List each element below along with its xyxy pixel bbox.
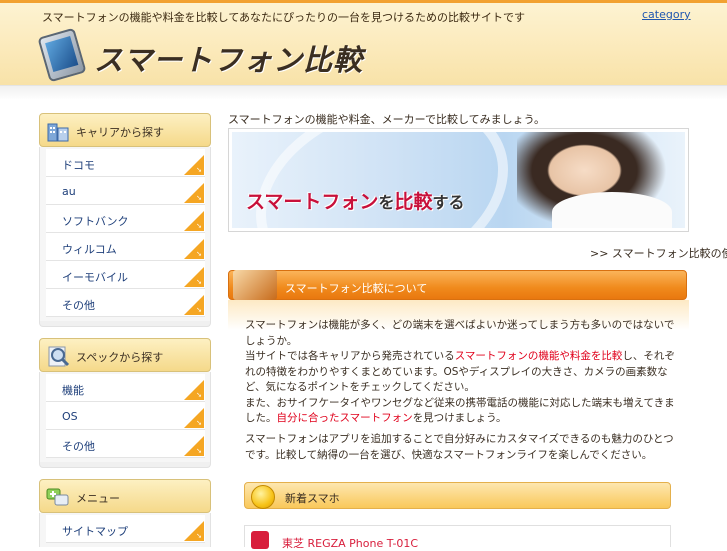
sidebar-item-label: ウィルコム <box>62 243 117 256</box>
sidebar-item-docomo[interactable]: ドコモ ➘ <box>46 149 205 177</box>
phone-photo-icon <box>233 270 277 300</box>
sidebar-box-menu: メニュー サイトマップ ➘ <box>39 479 211 547</box>
sidebar-heading: スペックから探す <box>39 338 211 372</box>
how-to-use-link[interactable]: >> スマートフォン比較の使い方 <box>590 245 727 261</box>
new-arrivals-label: 新着スマホ <box>285 492 340 505</box>
sidebar-list: サイトマップ ➘ <box>39 513 211 547</box>
sidebar-list: 機能 ➘ OS ➘ その他 ➘ <box>39 372 211 462</box>
about-paragraph-2: スマートフォンはアプリを追加することで自分好みにカスタマイズできるのも魅力のひと… <box>245 433 674 461</box>
sidebar-item-sitemap[interactable]: サイトマップ ➘ <box>46 515 205 543</box>
sidebar-item-os[interactable]: OS ➘ <box>46 402 205 430</box>
sidebar-item-other-carrier[interactable]: その他 ➘ <box>46 289 205 317</box>
site-logo[interactable]: スマートフォン比較 <box>37 27 370 83</box>
header-divider <box>0 85 727 100</box>
about-paragraph: スマートフォンは機能が多く、どの端末を選べばよいか迷ってしまう方も多いのではない… <box>245 319 675 424</box>
highlight-link[interactable]: スマートフォンの機能や料金を比較 <box>455 350 623 362</box>
chat-icon <box>46 488 69 506</box>
sidebar-item-label: サイトマップ <box>62 525 128 538</box>
site-header: スマートフォンの機能や料金を比較してあなたにぴったりの一台を見つけるための比較サ… <box>0 3 727 85</box>
sidebar-heading-label: スペックから探す <box>76 351 164 364</box>
sidebar-item-label: OS <box>62 410 78 423</box>
sidebar-heading-label: メニュー <box>76 492 120 505</box>
site-tagline: スマートフォンの機能や料金を比較してあなたにぴったりの一台を見つけるための比較サ… <box>42 11 526 24</box>
section-heading: スマートフォン比較について <box>228 270 687 300</box>
highlight-link[interactable]: 自分に合ったスマートフォン <box>277 412 413 424</box>
hero-banner[interactable]: スマートフォンを比較する <box>228 128 689 232</box>
smiley-icon <box>251 485 275 509</box>
sidebar-item-label: その他 <box>62 299 95 312</box>
sidebar-box-carrier: キャリアから探す ドコモ ➘ au ➘ ソフトバンク ➘ ウィルコム ➘ イーモバイル ➘… <box>39 113 211 327</box>
sidebar-item-label: ドコモ <box>62 159 95 172</box>
phone-icon <box>251 531 269 549</box>
sidebar-item-label: その他 <box>62 440 95 453</box>
sidebar-heading-label: キャリアから探す <box>76 126 164 139</box>
sidebar-item-label: au <box>62 185 76 198</box>
product-item[interactable]: 東芝 REGZA Phone T-01C <box>244 525 671 550</box>
category-link[interactable]: category <box>642 8 691 21</box>
sidebar-item-au[interactable]: au ➘ <box>46 177 205 205</box>
intro-text: スマートフォンの機能や料金、メーカーで比較してみましょう。 <box>228 113 546 126</box>
sidebar-list: ドコモ ➘ au ➘ ソフトバンク ➘ ウィルコム ➘ イーモバイル ➘ その他 ➘ <box>39 147 211 321</box>
sidebar-heading: キャリアから探す <box>39 113 211 147</box>
sidebar-item-function[interactable]: 機能 ➘ <box>46 374 205 402</box>
sidebar-item-softbank[interactable]: ソフトバンク ➘ <box>46 205 205 233</box>
magnifier-icon <box>48 346 70 367</box>
sidebar-item-other-spec[interactable]: その他 ➘ <box>46 430 205 458</box>
building-icon <box>47 123 69 142</box>
smartphone-icon <box>37 27 87 83</box>
sidebar-box-spec: スペックから探す 機能 ➘ OS ➘ その他 ➘ <box>39 338 211 468</box>
sidebar-item-label: イーモバイル <box>62 271 128 284</box>
section-heading-label: スマートフォン比較について <box>285 282 428 295</box>
sidebar-item-emobile[interactable]: イーモバイル ➘ <box>46 261 205 289</box>
new-arrivals-heading: 新着スマホ <box>244 482 671 509</box>
banner-headline: スマートフォンを比較する <box>246 191 465 213</box>
sidebar-item-willcom[interactable]: ウィルコム ➘ <box>46 233 205 261</box>
sidebar-item-label: ソフトバンク <box>62 215 129 228</box>
logo-text: スマートフォン比較 <box>94 43 364 77</box>
sidebar-heading: メニュー <box>39 479 211 513</box>
product-name: 東芝 REGZA Phone T-01C <box>282 537 419 550</box>
sidebar-item-label: 機能 <box>62 384 84 397</box>
